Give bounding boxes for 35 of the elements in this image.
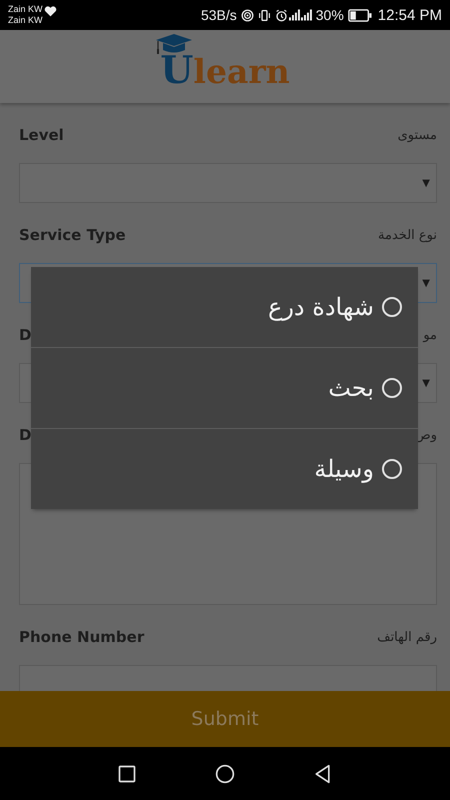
recents-icon[interactable]	[117, 764, 137, 784]
option-label: بحث	[328, 374, 374, 402]
option-item[interactable]: وسيلة	[31, 429, 418, 509]
alarm-icon	[274, 8, 288, 22]
field-label: مستوى	[396, 128, 437, 142]
field-label: نوع الخدمة	[377, 228, 437, 242]
battery-percent: 30%	[316, 7, 344, 23]
vibrate-icon	[258, 8, 271, 22]
field-label: Service Type	[19, 226, 126, 244]
clock: 12:54 PM	[378, 6, 442, 24]
graduation-cap-icon	[154, 32, 194, 56]
radio-button[interactable]	[382, 378, 402, 398]
field-label: D	[19, 326, 32, 344]
option-item[interactable]: شهادة درع	[31, 267, 418, 348]
network-speed: 53B/s	[200, 7, 237, 23]
logo-letter: U	[160, 50, 194, 90]
carrier-name: Zain KW	[8, 15, 43, 26]
signal-icon	[300, 9, 312, 21]
signal-icon	[288, 9, 300, 21]
battery-icon	[348, 8, 372, 22]
option-item[interactable]: بحث	[31, 348, 418, 429]
carrier-name: Zain KW	[8, 4, 43, 15]
radio-button[interactable]	[382, 297, 402, 317]
logo-text: learn	[193, 52, 290, 92]
field-label: Level	[19, 126, 64, 144]
field-label: Phone Number	[19, 628, 144, 646]
field-label: D	[19, 426, 32, 444]
field-label: مو	[422, 328, 437, 342]
home-icon[interactable]	[215, 764, 235, 784]
radio-button[interactable]	[382, 459, 402, 479]
hotspot-icon	[240, 8, 254, 22]
option-label: شهادة درع	[268, 293, 374, 321]
option-label: وسيلة	[314, 455, 374, 483]
heart-icon	[44, 4, 57, 18]
field-label: رقم الهاتف	[376, 630, 437, 644]
